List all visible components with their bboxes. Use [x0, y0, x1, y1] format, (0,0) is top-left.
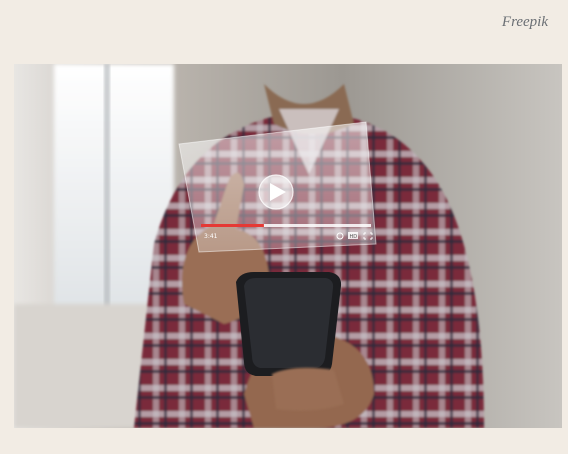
quality-label: HD	[350, 234, 358, 240]
time-label: 3:41	[204, 233, 218, 240]
photo: 3:41 HD	[14, 64, 562, 428]
image-frame: Freepik 3:41 HD	[0, 0, 568, 454]
video-player-hologram: 3:41 HD	[178, 121, 377, 253]
window-frame	[104, 64, 110, 314]
credit-text: Freepik	[501, 14, 548, 30]
progress-played	[201, 224, 264, 227]
smartphone	[236, 272, 342, 376]
photo-svg: 3:41 HD	[14, 64, 562, 428]
thumb	[272, 367, 344, 411]
